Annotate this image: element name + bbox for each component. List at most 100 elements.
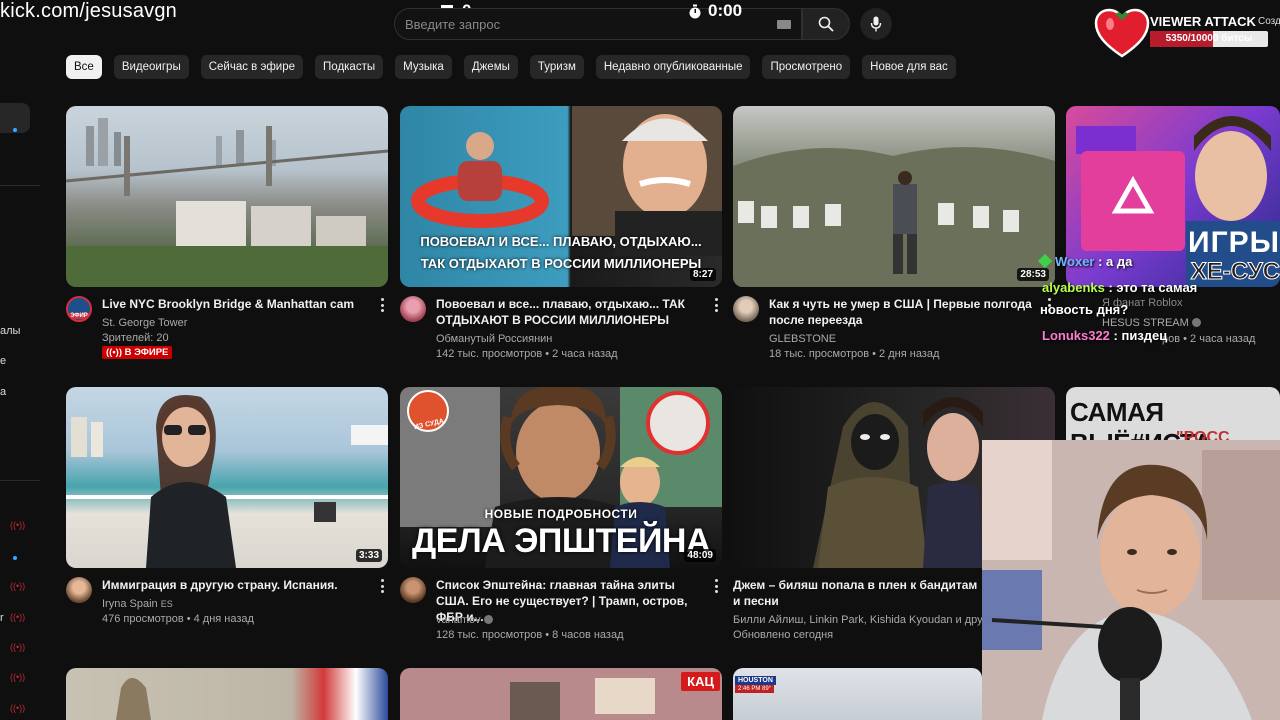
channel-name[interactable]: GLEBSTONE [769, 333, 836, 345]
live-icon: ((•)) [10, 672, 26, 682]
channel-avatar[interactable] [66, 577, 92, 603]
channel-avatar[interactable] [733, 296, 759, 322]
news-location-label: HOUSTON [735, 676, 776, 685]
video-stats: 142 тыс. просмотров • 2 часа назад [436, 348, 618, 360]
playlist-artists[interactable]: Билли Айлиш, Linkin Park, Kishida Kyouda… [733, 614, 993, 626]
chip-music[interactable]: Музыка [395, 55, 452, 79]
search-icon [818, 16, 834, 32]
video-thumbnail[interactable]: 28:53 [733, 106, 1055, 287]
video-meta: Иммиграция в другую страну. Испания. Iry… [66, 577, 388, 657]
chip-videogames[interactable]: Видеоигры [113, 55, 189, 79]
thumbnail-caption: ИГРЫ [1188, 226, 1280, 259]
video-meta: Как я чуть не умер в США | Первые полгод… [733, 296, 1055, 376]
viewer-attack-title: VIEWER ATTACK [1150, 14, 1256, 29]
chat-message: alyabenks : это та самая [1042, 280, 1197, 295]
more-options-button[interactable] [714, 298, 718, 312]
chat-username: alyabenks [1042, 280, 1105, 295]
thumbnail-caption: ПОВОЕВАЛ И ВСЕ... ПЛАВАЮ, ОТДЫХАЮ... [420, 234, 702, 249]
stream-timer: 0:00 [688, 1, 742, 21]
chip-all[interactable]: Все [66, 55, 102, 79]
live-icon: ((•)) [10, 581, 26, 591]
microphone-icon [870, 16, 882, 32]
sidebar-new-dot [13, 128, 17, 132]
channel-name-text: Iryna Spain [102, 598, 158, 610]
chip-recently-uploaded[interactable]: Недавно опубликованные [595, 55, 751, 79]
chip-watched[interactable]: Просмотрено [762, 55, 851, 79]
video-title[interactable]: Live NYC Brooklyn Bridge & Manhattan cam [102, 296, 372, 312]
chat-message: Lonuks322 : пиздец [1042, 328, 1167, 343]
chat-text: : это та самая [1104, 280, 1198, 295]
video-meta: ЭФИР Live NYC Brooklyn Bridge & Manhatta… [66, 296, 388, 376]
video-duration: 48:09 [684, 549, 716, 562]
viewer-attack-widget: VIEWER ATTACK 5350/10000 битсы [1094, 8, 1280, 60]
more-options-button[interactable] [714, 579, 718, 593]
news-time-label: 2:46 PM 89° [735, 685, 775, 693]
more-options-button[interactable] [380, 298, 384, 312]
thumbnail-caption: ДЕЛА ЭПШТЕЙНА [411, 522, 711, 560]
verified-icon [483, 615, 493, 624]
live-icon: ((•)) [10, 612, 26, 622]
sidebar-item-label[interactable]: алы [0, 325, 20, 337]
chat-message: новость дня? [1040, 302, 1128, 317]
chat-message: Woxer : а да [1037, 253, 1132, 269]
video-title[interactable]: Джем – биляш попала в плен к бандитам и … [733, 577, 983, 609]
chat-text: : пиздец [1109, 328, 1168, 343]
sidebar-item-label[interactable]: r [0, 612, 4, 624]
create-button[interactable]: Созд [1258, 16, 1280, 27]
channel-name[interactable]: Обманутый Россиянин [436, 333, 552, 345]
video-stats: 476 просмотров • 4 дня назад [102, 613, 254, 625]
live-icon: ((•)) [10, 703, 26, 713]
video-title[interactable]: Повоевал и все... плаваю, отдыхаю... ТАК… [436, 296, 706, 328]
skyline-image [66, 118, 388, 287]
live-badge: ((•)) В ЭФИРЕ [102, 346, 173, 359]
top-bar: kick.com/jesusavgn 0 0:00 VIEWER ATTACK … [0, 0, 1280, 58]
video-stats: 128 тыс. просмотров • 8 часов назад [436, 629, 624, 641]
video-thumbnail[interactable]: 3:33 [66, 387, 388, 568]
live-icon: ((•)) [10, 520, 26, 530]
video-meta: Повоевал и все... плаваю, отдыхаю... ТАК… [400, 296, 722, 376]
chat-username: Woxer [1055, 254, 1095, 269]
search-button[interactable] [802, 8, 850, 40]
video-stats: Обновлено сегодня [733, 629, 834, 641]
channel-name[interactable]: Iryna Spain ES [102, 598, 173, 610]
chat-badge-icon [1037, 253, 1053, 269]
sidebar-item-label[interactable]: а [0, 386, 6, 398]
video-title[interactable]: Как я чуть не умер в США | Первые полгод… [769, 296, 1039, 328]
video-thumbnail[interactable]: HOUSTON 2:46 PM 89° [733, 668, 982, 720]
sidebar-divider [0, 185, 40, 186]
thumbnail-image [510, 678, 655, 720]
verified-icon [1191, 318, 1201, 327]
video-stats: 18 тыс. просмотров • 2 дня назад [769, 348, 940, 360]
video-thumbnail[interactable]: ИЗ СУДА НОВЫЕ ПОДРОБНОСТИ ДЕЛА ЭПШТЕЙНА … [400, 387, 722, 568]
channel-name-text: varlamov [436, 614, 481, 626]
stream-channel-url: kick.com/jesusavgn [0, 0, 177, 22]
video-thumbnail[interactable] [66, 106, 388, 287]
more-options-button[interactable] [380, 579, 384, 593]
channel-name[interactable]: varlamov [436, 614, 493, 626]
video-stats: ров • 2 часа назад [1162, 333, 1256, 345]
sidebar-divider [0, 480, 40, 481]
keyboard-icon[interactable] [777, 20, 791, 29]
thumbnail-image [66, 395, 388, 568]
video-thumbnail[interactable] [66, 668, 388, 720]
channel-avatar[interactable] [400, 296, 426, 322]
chat-text: новость дня? [1040, 302, 1129, 317]
channel-avatar[interactable] [400, 577, 426, 603]
video-thumbnail[interactable]: КАЦ [400, 668, 722, 720]
filter-chips: Все Видеоигры Сейчас в эфире Подкасты Му… [66, 55, 956, 79]
chip-jams[interactable]: Джемы [463, 55, 518, 79]
chip-live-now[interactable]: Сейчас в эфире [200, 55, 304, 79]
sidebar-new-dot [13, 556, 17, 560]
chip-podcasts[interactable]: Подкасты [315, 55, 384, 79]
channel-name[interactable]: St. George Tower [102, 317, 187, 329]
tomato-heart-icon [1094, 8, 1150, 58]
sidebar-item-label[interactable]: е [0, 355, 6, 367]
chat-username: Lonuks322 [1042, 328, 1110, 343]
chip-new-for-you[interactable]: Новое для вас [862, 55, 956, 79]
sidebar: алы е а ((•)) ((•)) r ((•)) ((•)) ((•)) … [0, 48, 40, 720]
channel-avatar[interactable]: ЭФИР [66, 296, 92, 322]
voice-search-button[interactable] [860, 8, 892, 40]
chip-tourism[interactable]: Туризм [529, 55, 584, 79]
video-thumbnail[interactable]: ПОВОЕВАЛ И ВСЕ... ПЛАВАЮ, ОТДЫХАЮ... ТАК… [400, 106, 722, 287]
video-title[interactable]: Иммиграция в другую страну. Испания. [102, 577, 372, 593]
